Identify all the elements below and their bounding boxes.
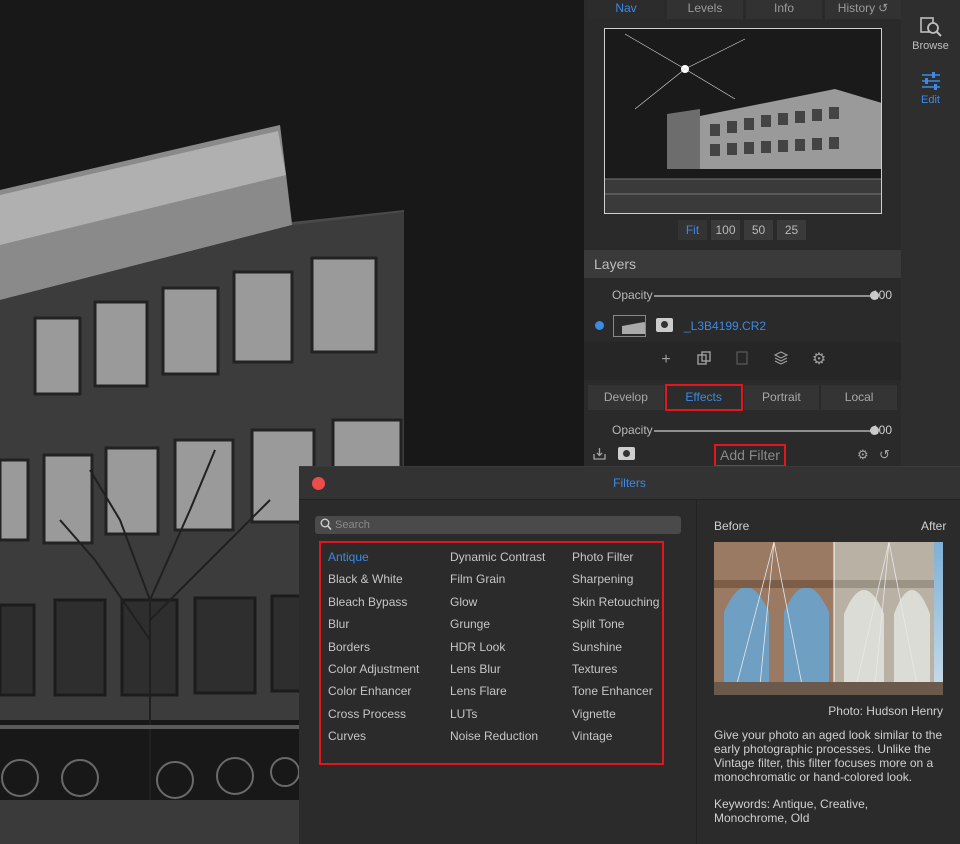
filter-item-lens-flare[interactable]: Lens Flare	[450, 682, 545, 704]
tab-info[interactable]: Info	[746, 0, 822, 19]
layers-title: Layers	[594, 256, 637, 272]
layer-row[interactable]: _L3B4199.CR2	[584, 312, 901, 340]
zoom-50-button[interactable]: 50	[744, 220, 773, 240]
filter-column-3: Photo Filter Sharpening Skin Retouching …	[572, 548, 659, 750]
filter-item-color-adjustment[interactable]: Color Adjustment	[328, 660, 419, 682]
filter-item-sharpening[interactable]: Sharpening	[572, 570, 659, 592]
filter-item-bleach-bypass[interactable]: Bleach Bypass	[328, 593, 419, 615]
dialog-divider	[696, 500, 697, 844]
photo-credit: Photo: Hudson Henry	[828, 704, 943, 718]
filter-search[interactable]	[315, 516, 681, 534]
mask-icon[interactable]	[618, 447, 635, 463]
tab-nav[interactable]: Nav	[588, 0, 664, 19]
layer-name[interactable]: _L3B4199.CR2	[684, 319, 766, 333]
filter-column-1: Antique Black & White Bleach Bypass Blur…	[328, 548, 419, 750]
dialog-title: Filters	[613, 476, 646, 490]
filter-item-skin-retouching[interactable]: Skin Retouching	[572, 593, 659, 615]
preview-image	[714, 542, 943, 695]
filter-item-black-white[interactable]: Black & White	[328, 570, 419, 592]
filter-item-blur[interactable]: Blur	[328, 615, 419, 637]
effects-controls: Add Filter ⚙ ↺	[584, 443, 901, 467]
search-icon	[320, 518, 332, 531]
filter-item-split-tone[interactable]: Split Tone	[572, 615, 659, 637]
layers-header[interactable]: Layers	[584, 250, 901, 278]
delete-layer-icon[interactable]	[733, 351, 751, 369]
dialog-titlebar[interactable]: Filters	[299, 467, 960, 500]
browse-icon	[919, 17, 942, 37]
add-layer-icon[interactable]: +	[657, 351, 675, 369]
filter-item-photo-filter[interactable]: Photo Filter	[572, 548, 659, 570]
before-after-preview[interactable]	[714, 542, 943, 695]
effects-opacity-value[interactable]: 100	[872, 423, 892, 437]
filter-item-film-grain[interactable]: Film Grain	[450, 570, 545, 592]
filter-description: Give your photo an aged look similar to …	[714, 728, 943, 784]
layer-opacity-slider[interactable]: Opacity 100	[612, 287, 897, 305]
reset-icon[interactable]: ↺	[879, 447, 890, 463]
filter-item-sunshine[interactable]: Sunshine	[572, 638, 659, 660]
tab-levels[interactable]: Levels	[667, 0, 743, 19]
filter-item-color-enhancer[interactable]: Color Enhancer	[328, 682, 419, 704]
browse-label: Browse	[912, 40, 949, 52]
tab-develop[interactable]: Develop	[588, 385, 664, 410]
filter-item-tone-enhancer[interactable]: Tone Enhancer	[572, 682, 659, 704]
search-input[interactable]	[335, 517, 665, 533]
navigator-image	[605, 29, 881, 213]
tab-levels-label: Levels	[687, 1, 723, 15]
add-filter-button[interactable]: Add Filter	[714, 444, 786, 467]
layer-settings-gear-icon[interactable]: ⚙	[810, 351, 828, 369]
filter-item-curves[interactable]: Curves	[328, 727, 419, 749]
filter-list: Antique Black & White Bleach Bypass Blur…	[319, 541, 664, 765]
layer-thumbnail[interactable]	[613, 315, 646, 337]
browse-module[interactable]: Browse	[901, 16, 960, 52]
filter-item-textures[interactable]: Textures	[572, 660, 659, 682]
filter-item-vintage[interactable]: Vintage	[572, 727, 659, 749]
tab-effects[interactable]: Effects	[664, 384, 743, 411]
filter-item-lens-blur[interactable]: Lens Blur	[450, 660, 545, 682]
panel-tabs: Nav Levels Info History ↺	[588, 0, 901, 20]
tab-portrait[interactable]: Portrait	[743, 385, 820, 410]
filter-item-grunge[interactable]: Grunge	[450, 615, 545, 637]
filters-dialog: Filters Antique Black & White Bleach Byp…	[299, 466, 960, 844]
effects-opacity-slider[interactable]: Opacity 100	[612, 422, 897, 440]
zoom-100-button[interactable]: 100	[711, 220, 740, 240]
filter-item-glow[interactable]: Glow	[450, 593, 545, 615]
effects-opacity-track[interactable]	[654, 430, 874, 432]
after-label: After	[921, 519, 947, 533]
edit-module[interactable]: Edit	[901, 70, 960, 106]
tab-history-label: History	[837, 1, 876, 15]
zoom-fit-button[interactable]: Fit	[678, 220, 707, 240]
tab-local[interactable]: Local	[821, 385, 897, 410]
tab-history[interactable]: History ↺	[825, 0, 901, 19]
zoom-25-button[interactable]: 25	[777, 220, 806, 240]
layer-opacity-label: Opacity	[612, 288, 653, 302]
filter-item-dynamic-contrast[interactable]: Dynamic Contrast	[450, 548, 545, 570]
layer-opacity-track[interactable]	[654, 295, 874, 297]
filter-keywords: Keywords: Antique, Creative, Monochrome,…	[714, 797, 869, 825]
edit-label: Edit	[921, 94, 940, 106]
module-tabs: Develop Effects Portrait Local	[588, 384, 897, 411]
filter-item-noise-reduction[interactable]: Noise Reduction	[450, 727, 545, 749]
layer-toolbar: + ⚙	[584, 342, 901, 380]
tab-info-label: Info	[773, 1, 794, 15]
sliders-icon	[921, 72, 940, 90]
effects-settings-gear-icon[interactable]: ⚙	[857, 447, 869, 463]
filter-column-2: Dynamic Contrast Film Grain Glow Grunge …	[450, 548, 545, 750]
effects-opacity-label: Opacity	[612, 423, 653, 437]
merge-layers-icon[interactable]	[772, 351, 790, 369]
layer-opacity-value[interactable]: 100	[872, 288, 892, 302]
undo-icon: ↺	[878, 1, 889, 15]
before-label: Before	[714, 519, 750, 533]
filter-item-antique[interactable]: Antique	[328, 548, 419, 570]
navigator-thumbnail[interactable]	[604, 28, 882, 214]
duplicate-layer-icon[interactable]	[695, 351, 713, 369]
layer-active-dot	[595, 321, 604, 330]
filter-item-hdr-look[interactable]: HDR Look	[450, 638, 545, 660]
zoom-buttons: Fit 100 50 25	[678, 220, 806, 240]
import-preset-icon[interactable]	[593, 447, 606, 463]
layer-mask-icon[interactable]	[656, 318, 673, 332]
filter-item-borders[interactable]: Borders	[328, 638, 419, 660]
tab-nav-label: Nav	[615, 1, 637, 15]
